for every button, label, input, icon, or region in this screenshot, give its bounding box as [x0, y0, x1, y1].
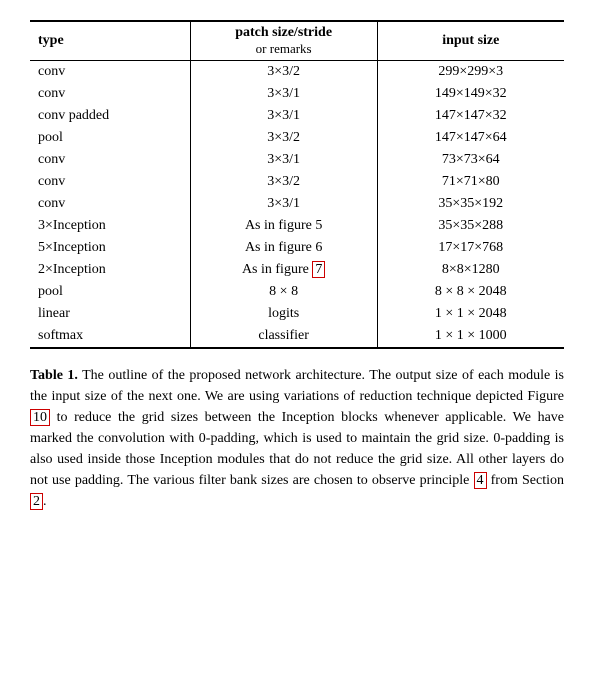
- table-row: pool8 × 88 × 8 × 2048: [30, 281, 564, 303]
- cell-patch: 3×3/1: [190, 193, 377, 215]
- table-caption: Table 1. The outline of the proposed net…: [30, 365, 564, 512]
- cell-type: conv: [30, 61, 190, 84]
- cell-type: 2×Inception: [30, 259, 190, 281]
- architecture-table: type patch size/stride or remarks input …: [30, 20, 564, 349]
- cell-input: 149×149×32: [377, 83, 564, 105]
- col-header-patch: patch size/stride or remarks: [190, 21, 377, 61]
- col-header-input: input size: [377, 21, 564, 61]
- cell-type: 3×Inception: [30, 215, 190, 237]
- cell-input: 73×73×64: [377, 149, 564, 171]
- table-row: conv3×3/1149×149×32: [30, 83, 564, 105]
- table-row: 2×InceptionAs in figure 78×8×1280: [30, 259, 564, 281]
- cell-type: pool: [30, 281, 190, 303]
- cell-type: conv: [30, 83, 190, 105]
- table-row: conv3×3/173×73×64: [30, 149, 564, 171]
- cell-input: 147×147×32: [377, 105, 564, 127]
- cell-type: 5×Inception: [30, 237, 190, 259]
- cell-patch: 8 × 8: [190, 281, 377, 303]
- cell-patch: classifier: [190, 325, 377, 348]
- table-row: softmaxclassifier1 × 1 × 1000: [30, 325, 564, 348]
- cell-input: 35×35×288: [377, 215, 564, 237]
- caption-ref3: 2: [30, 493, 43, 510]
- cell-input: 8 × 8 × 2048: [377, 281, 564, 303]
- cell-type: conv: [30, 149, 190, 171]
- cell-type: linear: [30, 303, 190, 325]
- col-header-patch-main: patch size/stride: [199, 25, 369, 41]
- cell-input: 147×147×64: [377, 127, 564, 149]
- caption-text3: from Section: [487, 473, 565, 488]
- table-row: 3×InceptionAs in figure 535×35×288: [30, 215, 564, 237]
- table-row: linearlogits1 × 1 × 2048: [30, 303, 564, 325]
- cell-input: 71×71×80: [377, 171, 564, 193]
- cell-patch: As in figure 6: [190, 237, 377, 259]
- cell-input: 35×35×192: [377, 193, 564, 215]
- caption-ref2: 4: [474, 472, 487, 489]
- table-row: conv3×3/2299×299×3: [30, 61, 564, 84]
- cell-input: 1 × 1 × 1000: [377, 325, 564, 348]
- col-header-patch-sub: or remarks: [199, 41, 369, 57]
- table-row: pool3×3/2147×147×64: [30, 127, 564, 149]
- cell-type: softmax: [30, 325, 190, 348]
- table-row: conv3×3/271×71×80: [30, 171, 564, 193]
- cell-patch: logits: [190, 303, 377, 325]
- table-row: 5×InceptionAs in figure 617×17×768: [30, 237, 564, 259]
- cell-input: 299×299×3: [377, 61, 564, 84]
- cell-type: conv padded: [30, 105, 190, 127]
- cell-type: pool: [30, 127, 190, 149]
- cell-type: conv: [30, 193, 190, 215]
- cell-patch: As in figure 7: [190, 259, 377, 281]
- cell-patch: 3×3/1: [190, 83, 377, 105]
- caption-label: Table 1.: [30, 368, 78, 383]
- caption-text1: The outline of the proposed network arch…: [30, 368, 564, 404]
- cell-patch: 3×3/2: [190, 61, 377, 84]
- caption-text4: .: [43, 494, 47, 509]
- table-row: conv3×3/135×35×192: [30, 193, 564, 215]
- cell-input: 8×8×1280: [377, 259, 564, 281]
- cell-patch: 3×3/2: [190, 171, 377, 193]
- cell-patch: 3×3/2: [190, 127, 377, 149]
- cell-patch: 3×3/1: [190, 105, 377, 127]
- table-row: conv padded3×3/1147×147×32: [30, 105, 564, 127]
- cell-patch: 3×3/1: [190, 149, 377, 171]
- cell-input: 17×17×768: [377, 237, 564, 259]
- col-header-type: type: [30, 21, 190, 61]
- cell-patch: As in figure 5: [190, 215, 377, 237]
- caption-ref1: 10: [30, 409, 50, 426]
- cell-input: 1 × 1 × 2048: [377, 303, 564, 325]
- cell-type: conv: [30, 171, 190, 193]
